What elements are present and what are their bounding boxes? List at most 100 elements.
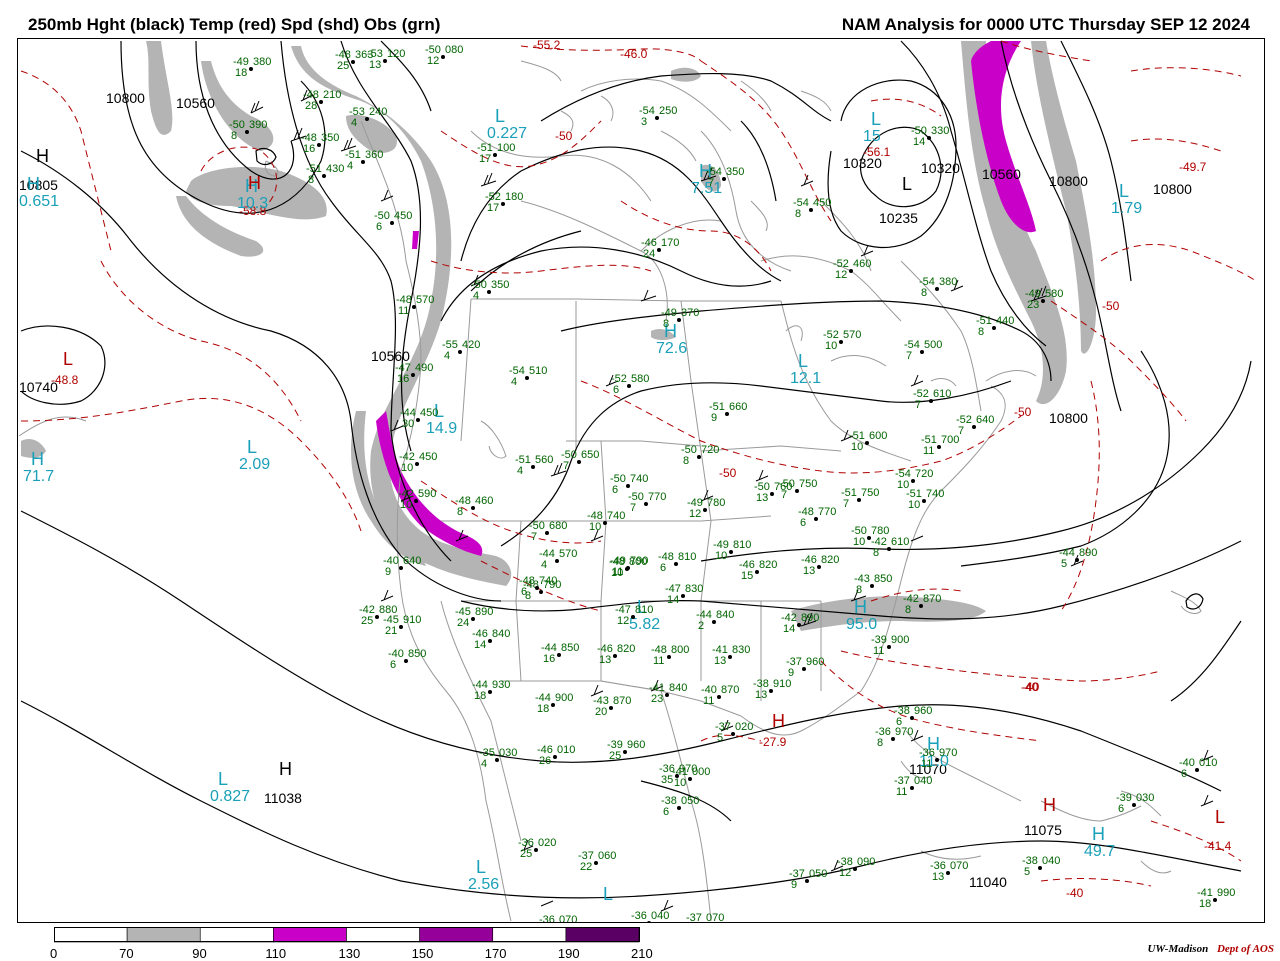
pressure-center-value: 0.827 — [210, 788, 250, 805]
station-marker — [627, 384, 631, 388]
obs-height: 810 — [733, 539, 751, 551]
obs-dewpoint-depression: 16 — [543, 653, 555, 665]
obs-height: 030 — [499, 747, 517, 759]
obs-height: 070 — [950, 860, 968, 872]
obs-dewpoint-depression: 3 — [641, 116, 647, 128]
station-marker — [870, 584, 874, 588]
station-marker — [809, 208, 813, 212]
obs-height: 100 — [497, 142, 515, 154]
obs-height: 060 — [598, 850, 616, 862]
pressure-center-symbol: L — [218, 769, 228, 789]
height-contour-label: 10800 — [106, 90, 145, 106]
obs-dewpoint-depression: 6 — [521, 586, 527, 598]
station-marker — [625, 567, 629, 571]
pressure-center-symbol: H — [27, 174, 40, 194]
obs-height: 680 — [549, 520, 567, 532]
station-marker — [731, 732, 735, 736]
station-marker — [534, 848, 538, 852]
obs-height: 390 — [249, 119, 267, 131]
station-marker — [769, 689, 773, 693]
station-marker — [415, 462, 419, 466]
obs-height: 180 — [505, 191, 523, 203]
station-marker — [910, 786, 914, 790]
obs-dewpoint-depression: 12 — [427, 55, 439, 67]
height-contour-label: 11038 — [264, 790, 302, 806]
obs-height: 830 — [732, 644, 750, 656]
obs-height: 740 — [607, 510, 625, 522]
obs-height: 440 — [996, 315, 1014, 327]
obs-dewpoint-depression: 4 — [517, 465, 523, 477]
station-marker — [351, 60, 355, 64]
obs-dewpoint-depression: 4 — [481, 758, 487, 770]
station-marker — [887, 547, 891, 551]
station-marker — [857, 498, 861, 502]
obs-dewpoint-depression: 4 — [511, 376, 517, 388]
obs-dewpoint-depression: 14 — [913, 136, 925, 148]
obs-height: 430 — [326, 163, 344, 175]
station-marker — [557, 653, 561, 657]
obs-dewpoint-depression: 13 — [803, 565, 815, 577]
station-marker — [365, 117, 369, 121]
obs-temperature: -37 — [686, 912, 702, 922]
station-marker — [839, 340, 843, 344]
station-marker — [817, 565, 821, 569]
station-marker — [613, 654, 617, 658]
obs-height: 870 — [613, 695, 631, 707]
obs-dewpoint-depression: 4 — [444, 350, 450, 362]
pressure-center-symbol: H — [248, 173, 261, 193]
obs-dewpoint-depression: 8 — [873, 547, 879, 559]
pressure-center-symbol: H — [1092, 824, 1105, 844]
height-contour-label: 11040 — [969, 874, 1007, 890]
station-marker — [555, 559, 559, 563]
obs-height: 450 — [394, 210, 412, 222]
obs-height: 870 — [923, 593, 941, 605]
station-marker — [1213, 898, 1217, 902]
obs-dewpoint-depression: 25 — [609, 750, 621, 762]
pressure-center-symbol: L — [495, 106, 505, 126]
station-marker — [501, 202, 505, 206]
obs-height: 660 — [729, 401, 747, 413]
obs-dewpoint-depression: 4 — [347, 160, 353, 172]
obs-height: 050 — [681, 795, 699, 807]
obs-dewpoint-depression: 9 — [791, 879, 797, 891]
station-marker — [922, 499, 926, 503]
station-marker — [414, 499, 418, 503]
legend-swatch — [54, 927, 128, 943]
obs-dewpoint-depression: 10 — [674, 777, 686, 789]
station-marker — [910, 716, 914, 720]
obs-height: 900 — [891, 634, 909, 646]
obs-height: 740 — [926, 488, 944, 500]
station-marker — [674, 562, 678, 566]
obs-height: 460 — [853, 258, 871, 270]
obs-height: 350 — [726, 166, 744, 178]
obs-height: 170 — [661, 237, 679, 249]
obs-dewpoint-depression: 18 — [537, 703, 549, 715]
station-marker — [797, 623, 801, 627]
station-marker — [441, 55, 445, 59]
legend-tick-label: 150 — [411, 946, 434, 961]
station-marker — [717, 695, 721, 699]
obs-dewpoint-depression: 8 — [663, 318, 669, 330]
obs-height: 020 — [735, 721, 753, 733]
obs-dewpoint-depression: 9 — [788, 667, 794, 679]
obs-height: 000 — [692, 766, 710, 778]
pressure-center-value: 14.9 — [426, 420, 457, 437]
station-marker — [603, 521, 607, 525]
obs-dewpoint-depression: 30 — [402, 418, 414, 430]
obs-dewpoint-depression: 13 — [599, 654, 611, 666]
station-marker — [920, 350, 924, 354]
pressure-center-symbol: H — [772, 711, 785, 731]
obs-height: 510 — [529, 365, 547, 377]
obs-height: 820 — [821, 554, 839, 566]
pressure-center-symbol: H — [31, 449, 44, 469]
station-marker — [677, 318, 681, 322]
map-panel: 10800 10560 10320 10320 10560 10800 10800 10800… — [17, 38, 1265, 923]
station-marker — [911, 479, 915, 483]
obs-height: 850 — [561, 642, 579, 654]
station-marker — [493, 153, 497, 157]
pressure-center-symbol: H — [854, 597, 867, 617]
obs-height: 010 — [557, 744, 575, 756]
obs-dewpoint-depression: 14 — [783, 623, 795, 635]
obs-dewpoint-depression: 6 — [660, 562, 666, 574]
obs-height: 720 — [701, 444, 719, 456]
